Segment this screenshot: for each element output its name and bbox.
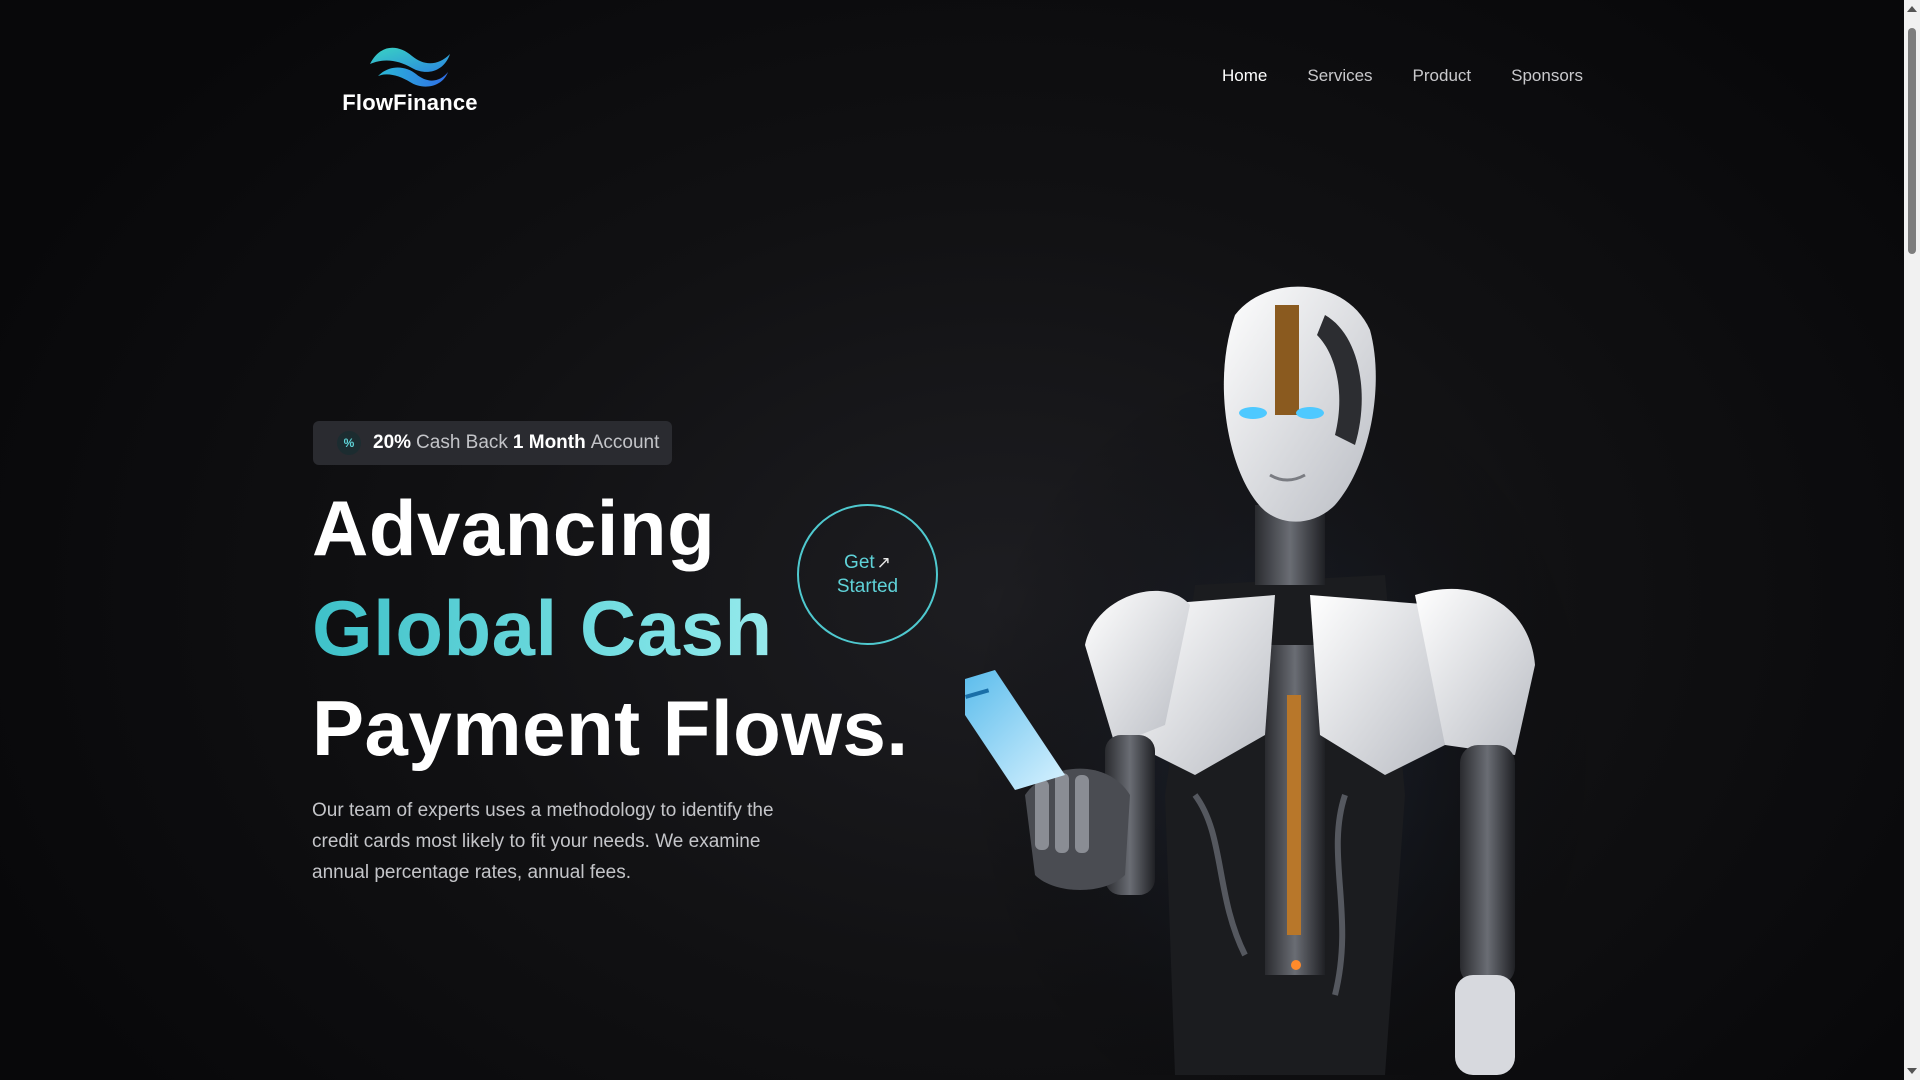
robot-holding-card-image — [965, 275, 1605, 1075]
page-scrollbar[interactable] — [1904, 0, 1920, 1080]
landing-page: FlowFinance Home Services Product Sponso… — [0, 0, 1920, 1080]
percent-icon: % — [337, 431, 361, 455]
brand-logo[interactable]: FlowFinance — [338, 42, 482, 118]
nav-item-product[interactable]: Product — [1413, 66, 1472, 86]
main-nav: Home Services Product Sponsors — [1222, 66, 1583, 86]
badge-account: Account — [590, 432, 660, 453]
nav-item-home[interactable]: Home — [1222, 66, 1267, 86]
nav-item-sponsors[interactable]: Sponsors — [1511, 66, 1583, 86]
scroll-up-arrow-icon[interactable] — [1907, 6, 1917, 12]
scroll-down-arrow-icon[interactable] — [1907, 1068, 1917, 1074]
badge-duration: 1 Month — [512, 432, 586, 453]
badge-percent: 20% — [373, 432, 412, 453]
arrow-up-right-icon: ↗ — [876, 552, 891, 572]
wave-logo-icon — [370, 47, 450, 87]
cashback-badge: % 20% Cash Back 1 Month Account — [313, 421, 672, 465]
cta-line-2: Started — [836, 575, 899, 597]
get-started-button[interactable]: Get ↗ Started — [797, 504, 938, 645]
headline-line-3: Payment Flows. — [312, 684, 909, 772]
cta-line-1: Get — [844, 551, 875, 573]
hero-description: Our team of experts uses a methodology t… — [312, 800, 774, 883]
nav-item-services[interactable]: Services — [1307, 66, 1372, 86]
badge-cashback: Cash Back — [416, 432, 508, 453]
scroll-thumb[interactable] — [1908, 28, 1916, 254]
brand-name: FlowFinance — [342, 90, 478, 115]
